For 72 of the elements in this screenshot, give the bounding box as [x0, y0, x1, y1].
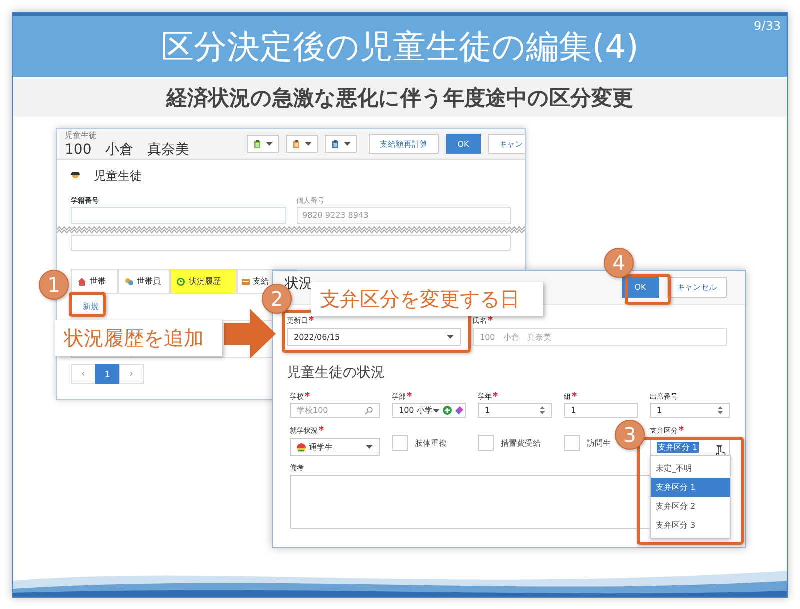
tab[interactable]: 世帯	[71, 269, 118, 293]
caret-icon	[304, 142, 312, 146]
page-number: 9/33	[754, 19, 781, 33]
student-name: 100 小倉 真奈美	[65, 140, 190, 158]
field-value: 1	[657, 406, 662, 415]
field-value: 通学生	[309, 442, 333, 452]
menu-button[interactable]	[247, 135, 279, 153]
placeholder-text: 学校100	[297, 405, 328, 416]
caret-icon	[432, 408, 440, 412]
badge-icon	[297, 442, 306, 452]
people-icon	[125, 278, 133, 286]
checkbox-label: 措置費受給	[501, 438, 541, 448]
eraser-icon[interactable]	[454, 406, 464, 415]
callout-note: 状況履歴を追加	[55, 320, 222, 356]
input-field[interactable]	[71, 207, 286, 224]
input-field: 100 小倉 真奈美	[473, 328, 727, 346]
caret-icon	[344, 142, 350, 146]
field-value: 100 小学	[399, 405, 433, 416]
checkbox[interactable]	[564, 435, 580, 451]
tab-label: 支給	[253, 276, 269, 287]
combo-field[interactable]: 100 小学	[392, 403, 466, 418]
input-field: 9820 9223 8943	[296, 207, 511, 224]
slide-title: 区分決定後の児童生徒の編集(4)	[161, 30, 639, 63]
field-value: 2022/06/15	[294, 332, 340, 342]
page-button[interactable]: 1	[95, 364, 120, 384]
spinner-icon[interactable]	[540, 406, 545, 415]
input-field[interactable]	[71, 235, 511, 251]
number-field[interactable]: 1	[650, 403, 730, 418]
search-icon	[365, 406, 373, 414]
checkbox-label: 肢体重複	[415, 438, 447, 448]
checkbox[interactable]	[478, 435, 494, 451]
menu-button[interactable]	[325, 135, 357, 153]
section-title: 児童生徒の状況	[287, 364, 386, 382]
input-field[interactable]: 1	[564, 403, 638, 418]
checkbox[interactable]	[392, 435, 408, 451]
status-dropdown[interactable]: 通学生	[290, 438, 380, 456]
menu-button[interactable]	[286, 135, 318, 153]
spinner-icon[interactable]	[718, 406, 723, 415]
new-link[interactable]: 新規	[83, 301, 99, 312]
date-dropdown[interactable]: 2022/06/15	[287, 328, 461, 346]
number-field[interactable]: 1	[478, 403, 552, 418]
highlight-outline	[625, 274, 671, 305]
dropdown-option[interactable]: 未定_不明	[651, 459, 730, 478]
callout-arrow	[224, 309, 276, 359]
cancel-button[interactable]: キャン	[488, 134, 525, 154]
recalculate-button[interactable]: 支給額再計算	[369, 134, 439, 154]
section-title: 児童生徒	[94, 168, 142, 184]
student-icon	[71, 172, 80, 180]
dropdown-option[interactable]: 支弁区分 2	[651, 497, 730, 516]
add-icon[interactable]	[442, 406, 452, 415]
dropdown-option[interactable]: 支弁区分 1	[651, 478, 730, 497]
tab-label: 世帯員	[137, 276, 161, 287]
callout-note: 支弁区分を変更する日	[311, 282, 543, 316]
highlight-outline	[69, 292, 106, 317]
card-icon	[242, 278, 250, 286]
window-caption: 児童生徒	[65, 130, 98, 140]
tab[interactable]: 世帯員	[118, 269, 170, 293]
ok-button[interactable]: OK	[622, 277, 659, 298]
caret-icon	[366, 445, 373, 449]
dropdown-option[interactable]: 支弁区分 3	[651, 516, 730, 535]
checkbox-label: 訪問生	[587, 438, 611, 448]
caret-icon	[266, 142, 272, 146]
house-icon	[78, 278, 86, 286]
tab[interactable]: 状況履歴	[170, 269, 237, 293]
tab-label: 世帯	[90, 276, 106, 287]
ok-button[interactable]: OK	[446, 134, 481, 154]
clock-icon	[177, 278, 185, 286]
tab-label: 状況履歴	[189, 276, 221, 287]
field-value: 1	[485, 406, 490, 415]
slide-subtitle: 経済状況の急激な悪化に伴う年度途中の区分変更	[166, 85, 634, 112]
selected-value: 支弁区分 1	[657, 442, 699, 452]
caret-icon	[447, 335, 454, 339]
